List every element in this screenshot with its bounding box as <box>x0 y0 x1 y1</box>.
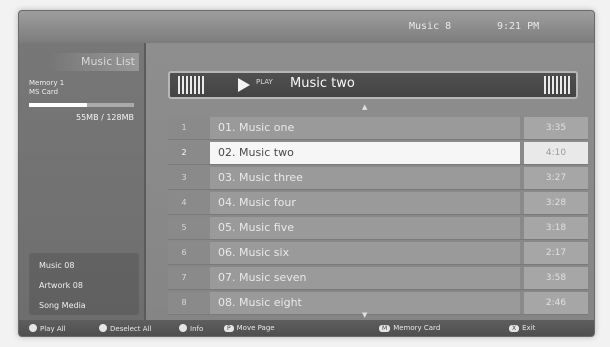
library-stats: Music 08 Artwork 08 Song Media <box>29 253 139 315</box>
track-duration: 3:28 <box>524 192 588 214</box>
stat-artwork: Artwork 08 <box>39 281 83 290</box>
track-name: 04. Music four <box>210 192 520 214</box>
track-name: 03. Music three <box>210 167 520 189</box>
track-number: 2 <box>181 148 187 157</box>
sidebar-title: Music List <box>49 53 139 71</box>
track-number: 1 <box>181 123 187 132</box>
track-row[interactable]: 3 03. Music three 3:27 <box>168 167 588 190</box>
track-duration: 2:17 <box>524 242 588 264</box>
equalizer-right-icon <box>544 76 570 94</box>
hint-play-all[interactable]: Play All <box>29 324 66 333</box>
track-row-selected[interactable]: 2 02. Music two 4:10 <box>168 142 588 165</box>
track-name: 05. Music five <box>210 217 520 239</box>
track-row[interactable]: 5 05. Music five 3:18 <box>168 217 588 240</box>
memory-usage-bar <box>29 103 134 107</box>
now-playing-title: Music two <box>290 76 355 91</box>
track-row[interactable]: 6 06. Music six 2:17 <box>168 242 588 265</box>
button-b-icon <box>99 324 107 332</box>
stat-media: Song Media <box>39 301 86 310</box>
track-duration: 3:27 <box>524 167 588 189</box>
exit-key-icon: X <box>509 325 520 332</box>
hint-deselect[interactable]: Deselect All <box>99 324 151 333</box>
stat-music: Music 08 <box>39 261 75 270</box>
now-playing-bar[interactable]: PLAY Music two <box>168 71 578 99</box>
track-number: 3 <box>181 173 187 182</box>
memory-usage-text: 55MB / 128MB <box>75 113 134 122</box>
memory-key-icon: M <box>379 325 391 332</box>
track-duration: 3:18 <box>524 217 588 239</box>
play-status-label: PLAY <box>256 78 273 86</box>
track-name: 07. Music seven <box>210 267 520 289</box>
music-player-screen: Music 8 9:21 PM Music List Memory 1 MS C… <box>18 10 595 337</box>
track-row[interactable]: 1 01. Music one 3:35 <box>168 117 588 140</box>
track-row[interactable]: 8 08. Music eight 2:46 <box>168 292 588 315</box>
memory-sublabel: MS Card <box>29 88 59 96</box>
track-index-label: Music 8 <box>409 21 452 32</box>
track-duration: 3:58 <box>524 267 588 289</box>
hint-exit[interactable]: X Exit <box>509 324 535 332</box>
track-name: 01. Music one <box>210 117 520 139</box>
track-row[interactable]: 4 04. Music four 3:28 <box>168 192 588 215</box>
memory-label: Memory 1 <box>29 79 65 87</box>
track-name: 06. Music six <box>210 242 520 264</box>
scroll-down-icon[interactable]: ▼ <box>362 311 367 319</box>
track-duration: 3:35 <box>524 117 588 139</box>
button-c-icon <box>179 324 187 332</box>
scroll-up-icon[interactable]: ▲ <box>362 103 367 111</box>
track-row[interactable]: 7 07. Music seven 3:58 <box>168 267 588 290</box>
track-number: 5 <box>181 223 187 232</box>
page-key-icon: P <box>224 325 234 332</box>
sidebar: Music List Memory 1 MS Card 55MB / 128MB… <box>19 43 146 320</box>
track-duration: 2:46 <box>524 292 588 314</box>
track-number: 8 <box>181 298 187 307</box>
top-bar: Music 8 9:21 PM <box>19 11 594 43</box>
button-a-icon <box>29 324 37 332</box>
hint-move-page[interactable]: P Move Page <box>224 324 275 332</box>
memory-info: Memory 1 MS Card <box>29 79 64 97</box>
play-icon[interactable] <box>238 78 250 92</box>
clock-label: 9:21 PM <box>497 21 540 32</box>
equalizer-left-icon <box>178 76 204 94</box>
track-name: 02. Music two <box>210 142 520 164</box>
memory-usage-fill <box>29 103 87 107</box>
track-number: 7 <box>181 273 187 282</box>
track-duration: 4:10 <box>524 142 588 164</box>
hint-memory[interactable]: M Memory Card <box>379 324 440 332</box>
footer-hints: Play All Deselect All Info P Move Page MM… <box>19 320 594 336</box>
track-number: 4 <box>181 198 187 207</box>
track-number: 6 <box>181 248 187 257</box>
track-list-panel: PLAY Music two ▲ 1 01. Music one 3:35 2 … <box>146 43 594 320</box>
hint-info[interactable]: Info <box>179 324 203 333</box>
